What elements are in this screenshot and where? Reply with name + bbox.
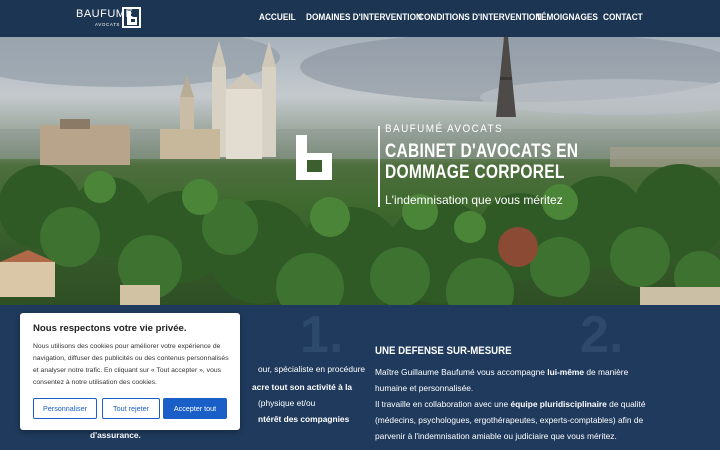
feature-number-1: 1.: [300, 306, 344, 364]
hero-banner: BAUFUMÉ AVOCATS CABINET D'AVOCATS EN DOM…: [0, 37, 720, 305]
hero-title: CABINET D'AVOCATS EN DOMMAGE CORPOREL: [385, 141, 579, 183]
hero-logo-mark-icon: [296, 135, 332, 180]
feature-2-text-part: Il travaille en collaboration avec une: [375, 399, 511, 409]
feature-2-text-bold: équipe pluridisciplinaire: [510, 399, 607, 409]
feature-2-title: UNE DEFENSE SUR-MESURE: [375, 345, 512, 357]
feature-1-line: (physique et/ou: [258, 398, 316, 408]
feature-1-line: our, spécialiste en procédure: [258, 364, 366, 374]
cookie-text: Nous utilisons des cookies pour améliore…: [33, 343, 229, 386]
top-navbar: BAUFUMÉ AVOCATS ACCUEIL DOMAINES D'INTER…: [0, 0, 720, 37]
nav-link-accueil[interactable]: ACCUEIL: [259, 12, 296, 23]
feature-2-text: Maître Guillaume Baufumé vous accompagne…: [375, 364, 655, 444]
hero-kicker: BAUFUMÉ AVOCATS: [385, 123, 504, 135]
hero-divider: [378, 126, 380, 207]
logo-mark-icon: [122, 7, 141, 28]
feature-number-2: 2.: [580, 306, 624, 364]
nav-link-contact[interactable]: CONTACT: [603, 12, 643, 23]
feature-2-text-bold: lui-même: [547, 367, 585, 377]
feature-1-line: acre tout son activité à la: [252, 382, 353, 392]
logo-subtext: AVOCATS: [95, 22, 121, 27]
cookie-accept-button[interactable]: Accepter tout: [163, 398, 227, 419]
feature-2-text-part: Maître Guillaume Baufumé vous accompagne: [375, 367, 548, 377]
cookie-consent-dialog: Nous respectons votre vie privée. Nous u…: [20, 313, 240, 430]
main-menu: ACCUEIL DOMAINES D'INTERVENTION CONDITIO…: [259, 12, 659, 23]
feature-1-line: ntérêt des compagnies: [258, 414, 350, 424]
nav-link-domaines[interactable]: DOMAINES D'INTERVENTION: [306, 12, 422, 23]
cookie-title: Nous respectons votre vie privée.: [33, 323, 187, 334]
hero-tagline: L'indemnisation que vous méritez: [385, 193, 563, 207]
nav-link-conditions[interactable]: CONDITIONS D'INTERVENTION: [418, 12, 541, 23]
cookie-customize-button[interactable]: Personnaliser: [33, 398, 97, 419]
cookie-reject-button[interactable]: Tout rejeter: [102, 398, 160, 419]
nav-link-temoignages[interactable]: TÉMOIGNAGES: [536, 12, 598, 23]
feature-1-line: d'assurance.: [90, 430, 141, 440]
hero-background-image: [0, 37, 720, 305]
